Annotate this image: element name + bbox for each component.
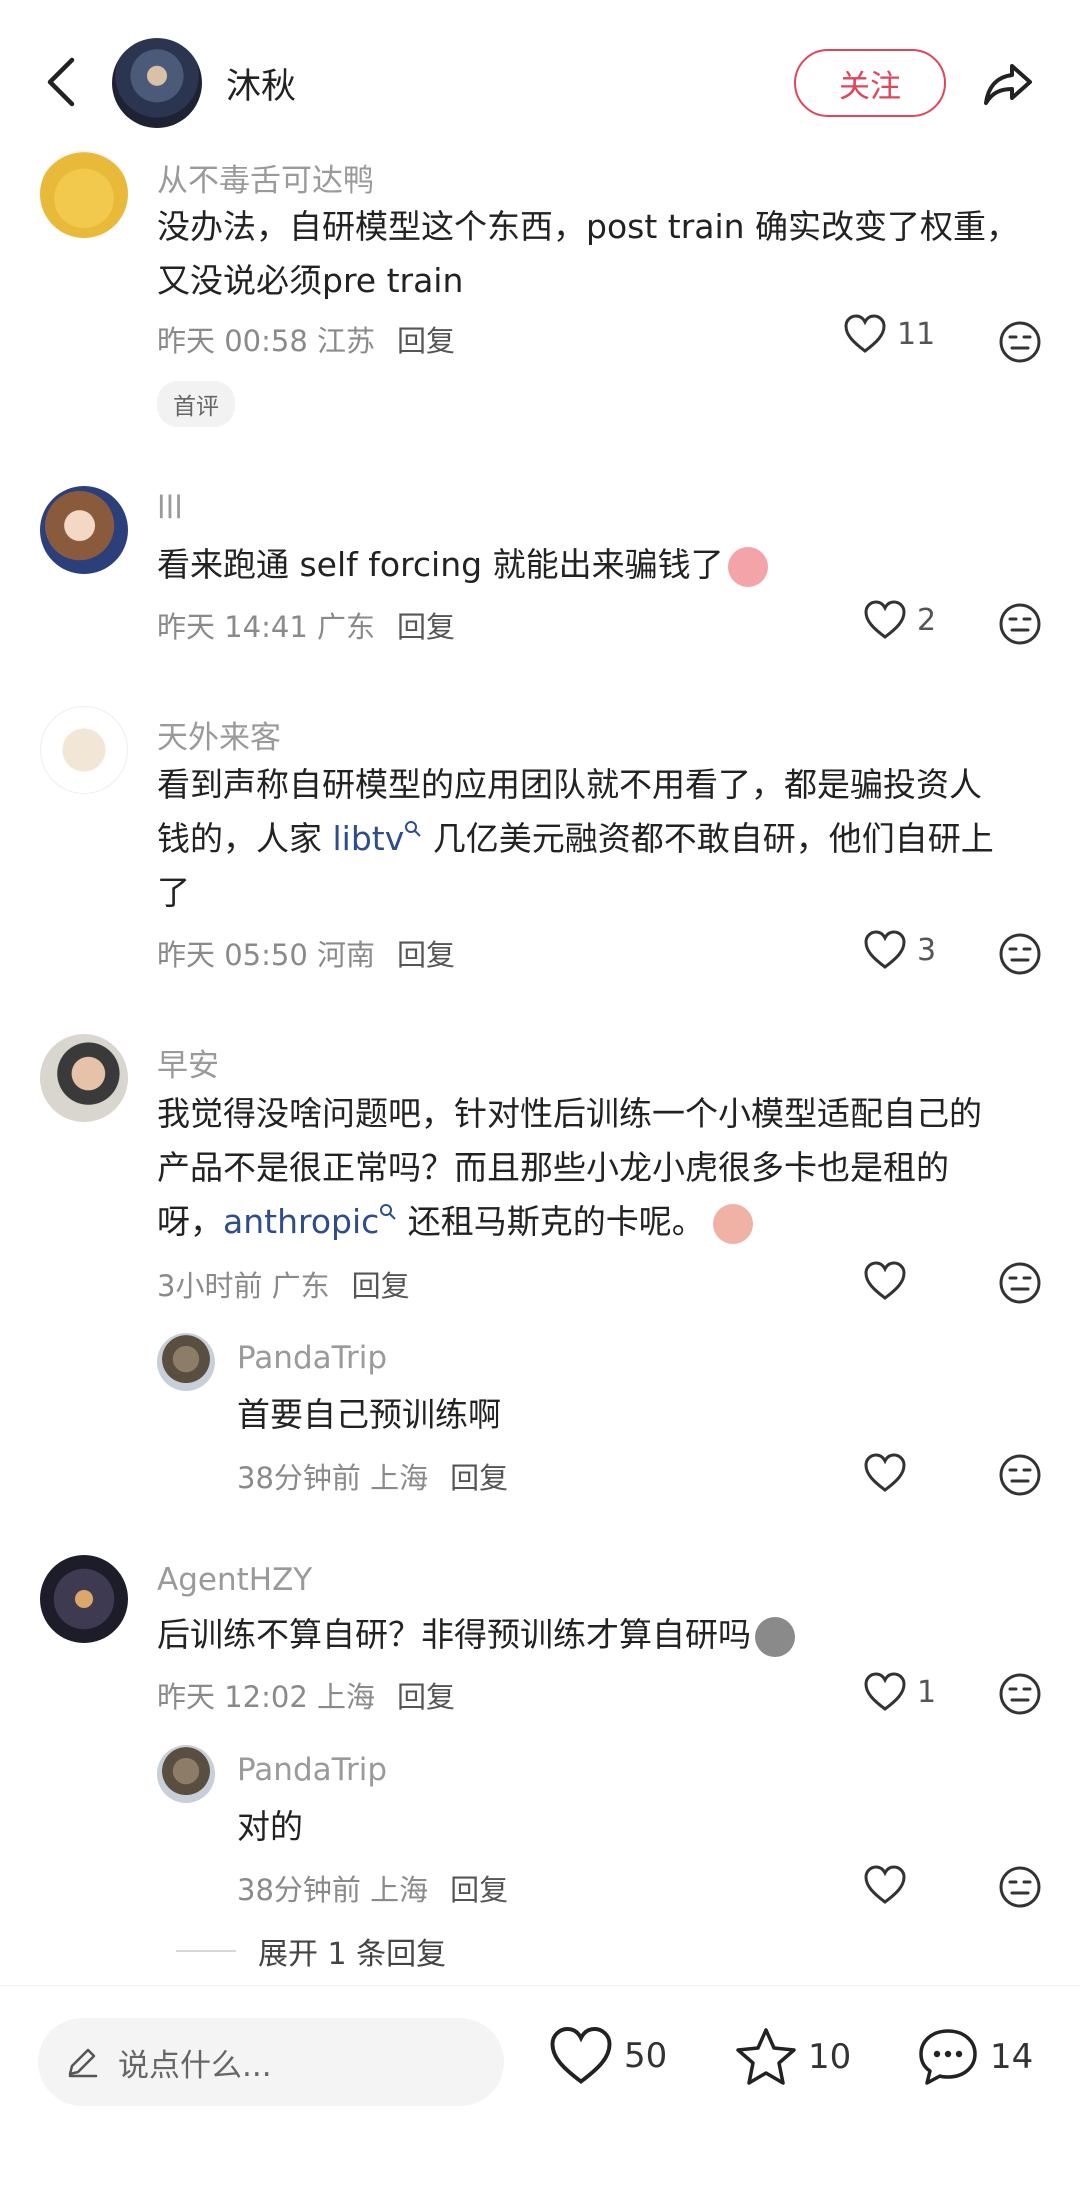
heart-icon [864,1261,906,1300]
dislike-face-icon[interactable] [998,932,1042,976]
reply-time: 38分钟前 上海 [237,1873,429,1907]
reply-username[interactable]: PandaTrip [237,1752,387,1788]
reply-meta: 38分钟前 上海 回复 [237,1455,508,1497]
heart-icon [844,314,886,353]
search-icon [405,821,421,837]
comment-time: 昨天 12:02 上海 [157,1680,376,1714]
like-count: 11 [897,316,936,352]
reply-text: 对的 [237,1807,303,1846]
follow-button[interactable]: 关注 [794,49,946,117]
comment-input-placeholder: 说点什么... [118,2047,272,2084]
comment-username[interactable]: 从不毒舌可达鸭 [157,155,374,200]
like-post-button[interactable]: 50 [548,2026,667,2086]
comment-username[interactable]: lll [157,490,183,526]
comment-text: 我觉得没啥问题吧，针对性后训练一个小模型适配自己的 产品不是很正常吗？而且那些小… [157,1087,1057,1249]
reply-button[interactable]: 回复 [397,324,455,358]
reply-button[interactable]: 回复 [397,938,455,972]
comment-time: 3小时前 广东 [157,1269,330,1303]
star-icon [736,2028,796,2085]
dislike-face-icon[interactable] [998,320,1042,364]
comment-username[interactable]: AgentHZY [157,1562,312,1598]
dislike-face-icon[interactable] [998,602,1042,646]
user-avatar[interactable] [157,1745,215,1803]
user-avatar[interactable] [40,150,128,238]
comment-like-button[interactable]: 3 [863,930,936,970]
post-like-count: 50 [624,2036,668,2076]
user-avatar[interactable] [157,1333,215,1391]
user-avatar[interactable] [40,1555,128,1643]
favorite-count: 10 [808,2037,852,2077]
comment-meta: 昨天 00:58 江苏 回复 [157,318,455,360]
like-count: 3 [917,932,937,968]
pencil-icon [68,2048,98,2078]
comment-meta: 昨天 14:41 广东 回复 [157,604,455,646]
comment-input[interactable]: 说点什么... [38,2018,504,2106]
bottom-action-bar: 说点什么... 50 10 14 [0,1985,1080,2210]
reply-button[interactable]: 回复 [352,1269,410,1303]
comment-like-button[interactable]: 11 [843,314,935,354]
comment-like-button[interactable]: 1 [863,1672,936,1712]
comment-time: 昨天 05:50 河南 [157,938,376,972]
search-link[interactable]: anthropic [223,1202,397,1241]
dislike-face-icon[interactable] [998,1261,1042,1305]
comment-text: 看来跑通 self forcing 就能出来骗钱了 [157,538,1037,592]
reply-button[interactable]: 回复 [397,1680,455,1714]
crying-emoji-icon [712,1203,753,1244]
share-icon[interactable] [980,56,1036,112]
user-avatar[interactable] [40,1034,128,1122]
heart-icon [864,930,906,969]
author-name[interactable]: 沐秋 [226,58,296,109]
reply-like-button[interactable] [863,1865,917,1905]
heart-icon [864,600,906,639]
heart-icon [864,1672,906,1711]
comment-username[interactable]: 天外来客 [157,712,281,757]
comment-username[interactable]: 早安 [157,1040,219,1085]
search-icon [380,1204,397,1220]
reply-button[interactable]: 回复 [450,1873,508,1907]
like-count: 2 [917,602,937,638]
reply-meta: 38分钟前 上海 回复 [237,1867,508,1909]
reply-username[interactable]: PandaTrip [237,1340,387,1376]
comment-bubble-icon [919,2029,977,2085]
reply-like-button[interactable] [863,1453,917,1493]
expand-replies-button[interactable]: 展开 1 条回复 [176,1929,446,1973]
comment-like-button[interactable] [863,1261,917,1301]
comments-button[interactable]: 14 [916,2026,1033,2088]
comment-time: 昨天 14:41 广东 [157,610,376,644]
comment-text: 后训练不算自研？非得预训练才算自研吗 [157,1608,1037,1662]
first-comment-badge: 首评 [157,381,235,427]
author-avatar[interactable] [112,38,202,128]
heart-icon [550,2027,612,2084]
reply-text: 首要自己预训练啊 [237,1395,501,1434]
comment-text: 看到声称自研模型的应用团队就不用看了，都是骗投资人 钱的，人家 libtv 几亿… [157,765,994,912]
comment-text: 没办法，自研模型这个东西，post train 确实改变了权重， 又没说必须pr… [157,207,1020,300]
comment-meta: 昨天 12:02 上海 回复 [157,1674,455,1716]
user-avatar[interactable] [40,706,128,794]
comment-meta: 昨天 05:50 河南 回复 [157,932,455,974]
comment-like-button[interactable]: 2 [863,600,936,640]
like-count: 1 [917,1674,937,1710]
heart-icon [864,1453,906,1492]
comment-time: 昨天 00:58 江苏 [157,324,376,358]
reply-button[interactable]: 回复 [450,1461,508,1495]
sweat-emoji-icon [755,1616,795,1657]
dislike-face-icon[interactable] [998,1865,1042,1909]
reply-button[interactable]: 回复 [397,610,455,644]
expand-divider [176,1950,236,1952]
dislike-face-icon[interactable] [998,1672,1042,1716]
top-nav-bar: 沐秋 关注 [0,0,1080,150]
search-link[interactable]: libtv [333,819,423,858]
comment-count: 14 [990,2037,1034,2077]
user-avatar[interactable] [40,486,128,574]
favorite-button[interactable]: 10 [734,2026,851,2088]
expand-replies-label: 展开 1 条回复 [258,1937,447,1972]
peach-emoji-icon [727,546,768,587]
heart-icon [864,1865,906,1904]
dislike-face-icon[interactable] [998,1453,1042,1497]
back-arrow-icon[interactable] [40,52,84,112]
reply-time: 38分钟前 上海 [237,1461,429,1495]
comment-meta: 3小时前 广东 回复 [157,1263,410,1305]
